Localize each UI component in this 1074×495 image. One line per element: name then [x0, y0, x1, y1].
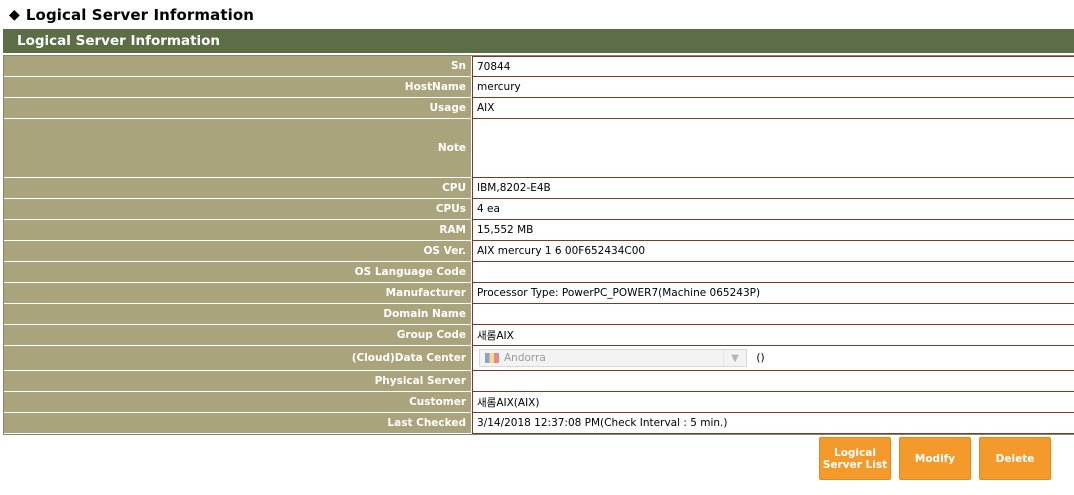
- row-hostname: HostName mercury: [4, 77, 1074, 98]
- row-last-checked: Last Checked 3/14/2018 12:37:08 PM(Check…: [4, 413, 1074, 434]
- os-language-code-value: [472, 262, 1074, 283]
- row-domain-name: Domain Name: [4, 304, 1074, 325]
- row-os-ver: OS Ver. AIX mercury 1 6 00F652434C00: [4, 241, 1074, 262]
- diamond-bullet-icon: ◆: [9, 7, 20, 23]
- usage-value: AIX: [472, 98, 1074, 119]
- section-header: Logical Server Information: [3, 29, 1074, 53]
- cpu-label: CPU: [4, 178, 472, 199]
- group-code-label: Group Code: [4, 325, 472, 346]
- row-group-code: Group Code 새롬AIX: [4, 325, 1074, 346]
- group-code-value: 새롬AIX: [472, 325, 1074, 346]
- row-data-center: (Cloud)Data Center Andorra ▼ (): [4, 346, 1074, 371]
- hostname-label: HostName: [4, 77, 472, 98]
- ram-value: 15,552 MB: [472, 220, 1074, 241]
- note-label: Note: [4, 119, 472, 178]
- usage-label: Usage: [4, 98, 472, 119]
- delete-button[interactable]: Delete: [979, 437, 1051, 480]
- row-note: Note: [4, 119, 1074, 178]
- sn-value: 70844: [472, 56, 1074, 77]
- row-cpus: CPUs 4 ea: [4, 199, 1074, 220]
- row-ram: RAM 15,552 MB: [4, 220, 1074, 241]
- logical-server-list-label: Logical Server List: [823, 447, 887, 471]
- row-os-language-code: OS Language Code: [4, 262, 1074, 283]
- list-label-line1: Logical: [834, 446, 876, 459]
- row-customer: Customer 새롬AIX(AIX): [4, 392, 1074, 413]
- cpus-label: CPUs: [4, 199, 472, 220]
- cpus-value: 4 ea: [472, 199, 1074, 220]
- customer-label: Customer: [4, 392, 472, 413]
- page-title: ◆ Logical Server Information: [9, 6, 254, 24]
- hostname-value: mercury: [472, 77, 1074, 98]
- row-manufacturer: Manufacturer Processor Type: PowerPC_POW…: [4, 283, 1074, 304]
- modify-button[interactable]: Modify: [899, 437, 971, 480]
- ram-label: RAM: [4, 220, 472, 241]
- row-usage: Usage AIX: [4, 98, 1074, 119]
- row-sn: Sn 70844: [4, 56, 1074, 77]
- data-center-select: Andorra ▼: [479, 349, 747, 367]
- data-center-suffix: (): [756, 352, 765, 364]
- domain-name-label: Domain Name: [4, 304, 472, 325]
- customer-value: 새롬AIX(AIX): [472, 392, 1074, 413]
- os-ver-label: OS Ver.: [4, 241, 472, 262]
- sn-label: Sn: [4, 56, 472, 77]
- data-center-value: Andorra ▼ (): [472, 346, 1074, 371]
- manufacturer-value: Processor Type: PowerPC_POWER7(Machine 0…: [472, 283, 1074, 304]
- os-ver-value: AIX mercury 1 6 00F652434C00: [472, 241, 1074, 262]
- note-value: [472, 119, 1074, 178]
- row-physical-server: Physical Server: [4, 371, 1074, 392]
- andorra-flag-icon: [485, 353, 499, 363]
- last-checked-value: 3/14/2018 12:37:08 PM(Check Interval : 5…: [472, 413, 1074, 434]
- cpu-value: IBM,8202-E4B: [472, 178, 1074, 199]
- server-info-table: Sn 70844 HostName mercury Usage AIX Note…: [3, 55, 1074, 435]
- physical-server-label: Physical Server: [4, 371, 472, 392]
- logical-server-list-button[interactable]: Logical Server List: [819, 437, 891, 480]
- manufacturer-label: Manufacturer: [4, 283, 472, 304]
- last-checked-label: Last Checked: [4, 413, 472, 434]
- os-language-code-label: OS Language Code: [4, 262, 472, 283]
- domain-name-value: [472, 304, 1074, 325]
- data-center-selected: Andorra: [504, 352, 546, 364]
- data-center-label: (Cloud)Data Center: [4, 346, 472, 371]
- physical-server-value: [472, 371, 1074, 392]
- chevron-down-icon: ▼: [723, 350, 746, 366]
- page-title-text: Logical Server Information: [25, 6, 255, 24]
- list-label-line2: Server List: [822, 458, 888, 471]
- row-cpu: CPU IBM,8202-E4B: [4, 178, 1074, 199]
